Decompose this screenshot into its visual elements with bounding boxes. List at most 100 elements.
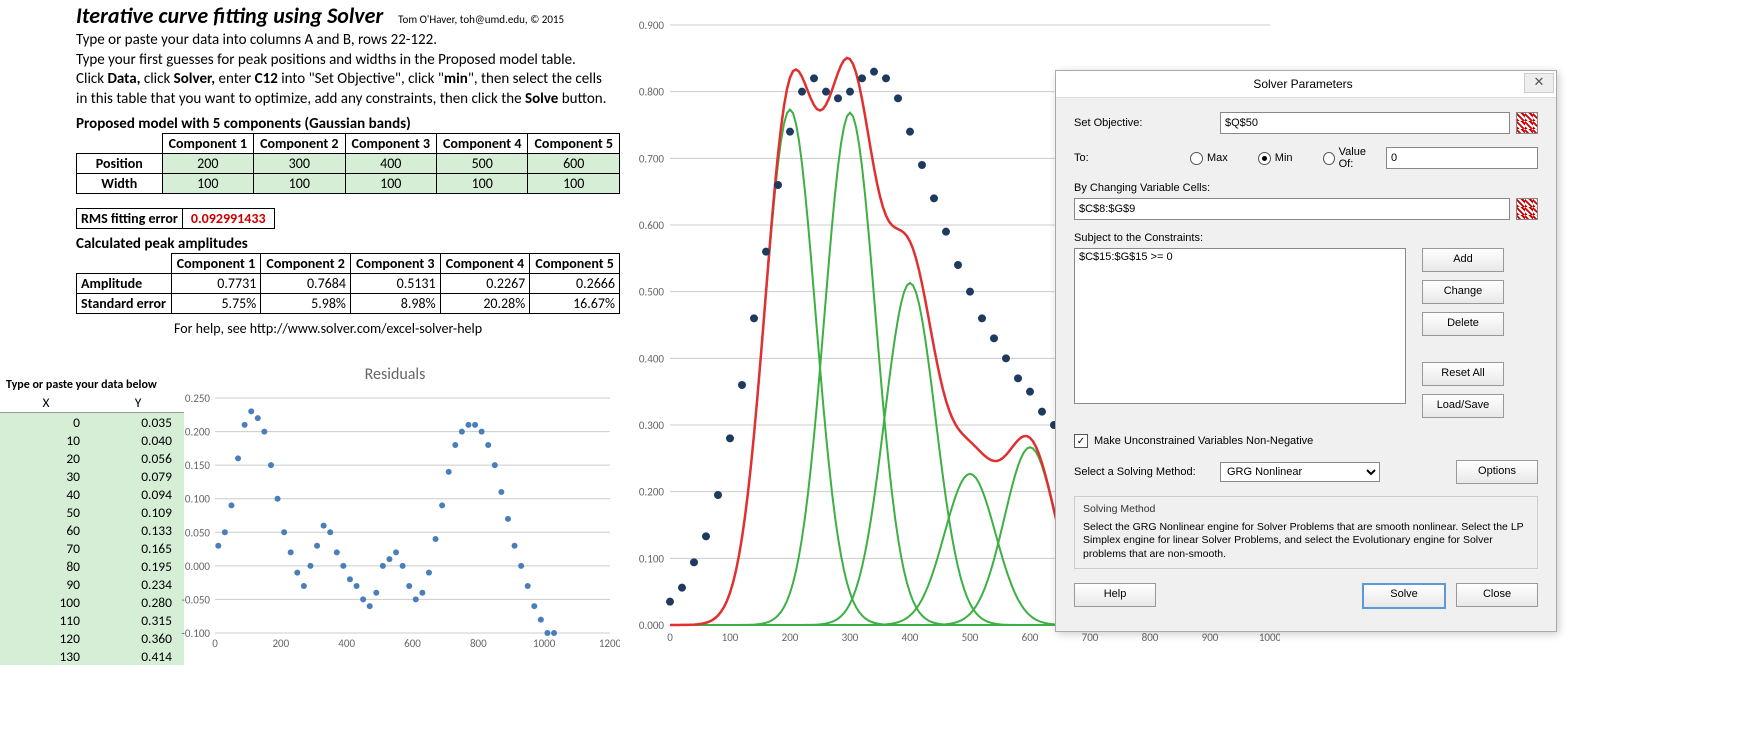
cell[interactable]: 500 xyxy=(436,154,527,174)
svg-text:0.000: 0.000 xyxy=(185,560,211,573)
svg-text:300: 300 xyxy=(842,631,859,644)
rms-label: RMS fitting error xyxy=(76,208,183,229)
svg-text:800: 800 xyxy=(470,637,487,650)
solving-method-select[interactable]: GRG Nonlinear xyxy=(1220,462,1380,482)
range-picker-icon[interactable] xyxy=(1516,198,1538,220)
cell[interactable]: 100 xyxy=(162,174,253,194)
radio-max-label: Max xyxy=(1207,152,1228,164)
reset-all-button[interactable]: Reset All xyxy=(1422,362,1504,386)
svg-text:400: 400 xyxy=(902,631,919,644)
load-save-button[interactable]: Load/Save xyxy=(1422,394,1504,418)
x-cell[interactable]: 120 xyxy=(0,629,92,647)
cell[interactable]: 400 xyxy=(345,154,436,174)
x-cell[interactable]: 40 xyxy=(0,485,92,503)
help-button[interactable]: Help xyxy=(1074,583,1156,607)
svg-text:600: 600 xyxy=(404,637,421,650)
svg-text:400: 400 xyxy=(338,637,355,650)
t: C12 xyxy=(255,70,278,88)
by-changing-input[interactable] xyxy=(1074,198,1510,220)
cell: 20.28% xyxy=(440,294,530,314)
close-icon[interactable]: ✕ xyxy=(1524,73,1554,93)
change-button[interactable]: Change xyxy=(1422,280,1504,304)
svg-text:100: 100 xyxy=(722,631,739,644)
svg-text:0.300: 0.300 xyxy=(639,419,665,432)
svg-text:0.100: 0.100 xyxy=(185,493,211,506)
xy-data-table: X Y 00.035100.040200.056300.079400.09450… xyxy=(0,393,184,665)
svg-text:500: 500 xyxy=(962,631,979,644)
cell[interactable]: 600 xyxy=(528,154,620,174)
rms-value: 0.092991433 xyxy=(183,208,275,229)
svg-text:0.600: 0.600 xyxy=(639,219,665,232)
x-cell[interactable]: 80 xyxy=(0,557,92,575)
svg-text:1000: 1000 xyxy=(1259,631,1280,644)
cell[interactable]: 200 xyxy=(162,154,253,174)
row-width: Width xyxy=(77,174,163,194)
cell[interactable]: 100 xyxy=(528,174,620,194)
value-of-input[interactable] xyxy=(1386,147,1538,169)
radio-valueof[interactable]: Value Of: xyxy=(1323,146,1380,170)
constraint-item[interactable]: $C$15:$G$15 >= 0 xyxy=(1079,251,1401,263)
delete-button[interactable]: Delete xyxy=(1422,312,1504,336)
add-button[interactable]: Add xyxy=(1422,248,1504,272)
x-cell[interactable]: 90 xyxy=(0,575,92,593)
svg-text:0.400: 0.400 xyxy=(639,352,665,365)
x-cell[interactable]: 0 xyxy=(0,413,92,432)
cell[interactable]: 100 xyxy=(254,174,345,194)
constraints-list[interactable]: $C$15:$G$15 >= 0 xyxy=(1074,248,1406,404)
calculated-header: Calculated peak amplitudes xyxy=(0,229,620,253)
t: into "Set Objective", click " xyxy=(278,70,444,88)
col-hdr: Component 2 xyxy=(261,254,351,274)
proposed-model-table: Component 1 Component 2 Component 3 Comp… xyxy=(76,133,620,194)
col-hdr: Component 3 xyxy=(350,254,440,274)
method-description-box: Solving Method Select the GRG Nonlinear … xyxy=(1074,496,1538,569)
x-cell[interactable]: 30 xyxy=(0,467,92,485)
x-cell[interactable]: 20 xyxy=(0,449,92,467)
row-amplitude: Amplitude xyxy=(77,274,172,294)
dialog-titlebar[interactable]: Solver Parameters ✕ xyxy=(1056,71,1556,98)
close-button[interactable]: Close xyxy=(1456,583,1538,607)
range-picker-icon[interactable] xyxy=(1516,112,1538,134)
svg-text:200: 200 xyxy=(782,631,799,644)
cell: 0.7684 xyxy=(261,274,351,294)
x-cell[interactable]: 60 xyxy=(0,521,92,539)
x-cell[interactable]: 110 xyxy=(0,611,92,629)
svg-text:-0.100: -0.100 xyxy=(182,627,211,640)
dialog-title: Solver Parameters xyxy=(1253,77,1352,91)
svg-text:0.500: 0.500 xyxy=(639,286,665,299)
to-label: To: xyxy=(1074,152,1134,164)
svg-text:700: 700 xyxy=(1082,631,1099,644)
x-cell[interactable]: 10 xyxy=(0,431,92,449)
t: min xyxy=(444,70,468,88)
cell: 0.5131 xyxy=(350,274,440,294)
cell[interactable]: 300 xyxy=(254,154,345,174)
constraints-label: Subject to the Constraints: xyxy=(1074,232,1538,244)
set-objective-input[interactable] xyxy=(1220,112,1510,134)
x-cell[interactable]: 100 xyxy=(0,593,92,611)
method-desc-head: Solving Method xyxy=(1083,503,1529,517)
x-cell[interactable]: 50 xyxy=(0,503,92,521)
solve-button[interactable]: Solve xyxy=(1362,583,1446,609)
amplitudes-table: Component 1 Component 2 Component 3 Comp… xyxy=(76,253,620,314)
radio-max[interactable]: Max xyxy=(1190,152,1228,165)
cell[interactable]: 100 xyxy=(345,174,436,194)
residuals-title: Residuals xyxy=(170,365,620,388)
x-cell[interactable]: 130 xyxy=(0,647,92,665)
cell: 0.7731 xyxy=(171,274,261,294)
options-button[interactable]: Options xyxy=(1456,460,1538,484)
radio-min[interactable]: Min xyxy=(1258,152,1293,165)
instr-line-1: Type or paste your data into columns A a… xyxy=(76,31,437,49)
method-label: Select a Solving Method: xyxy=(1074,466,1214,478)
proposed-model-header: Proposed model with 5 components (Gaussi… xyxy=(0,109,620,133)
spreadsheet-panel: Iterative curve fitting using Solver Tom… xyxy=(0,0,620,730)
x-cell[interactable]: 70 xyxy=(0,539,92,557)
col-hdr: Component 4 xyxy=(440,254,530,274)
svg-text:600: 600 xyxy=(1022,631,1039,644)
help-link: For help, see http://www.solver.com/exce… xyxy=(0,314,620,337)
t: enter xyxy=(215,70,255,88)
nonneg-checkbox[interactable]: ✓ xyxy=(1074,434,1088,448)
row-stderr: Standard error xyxy=(77,294,172,314)
cell[interactable]: 100 xyxy=(436,174,527,194)
t: Solver, xyxy=(174,70,215,88)
col-hdr: Component 1 xyxy=(171,254,261,274)
instr-line-2: Type your first guesses for peak positio… xyxy=(76,51,576,69)
